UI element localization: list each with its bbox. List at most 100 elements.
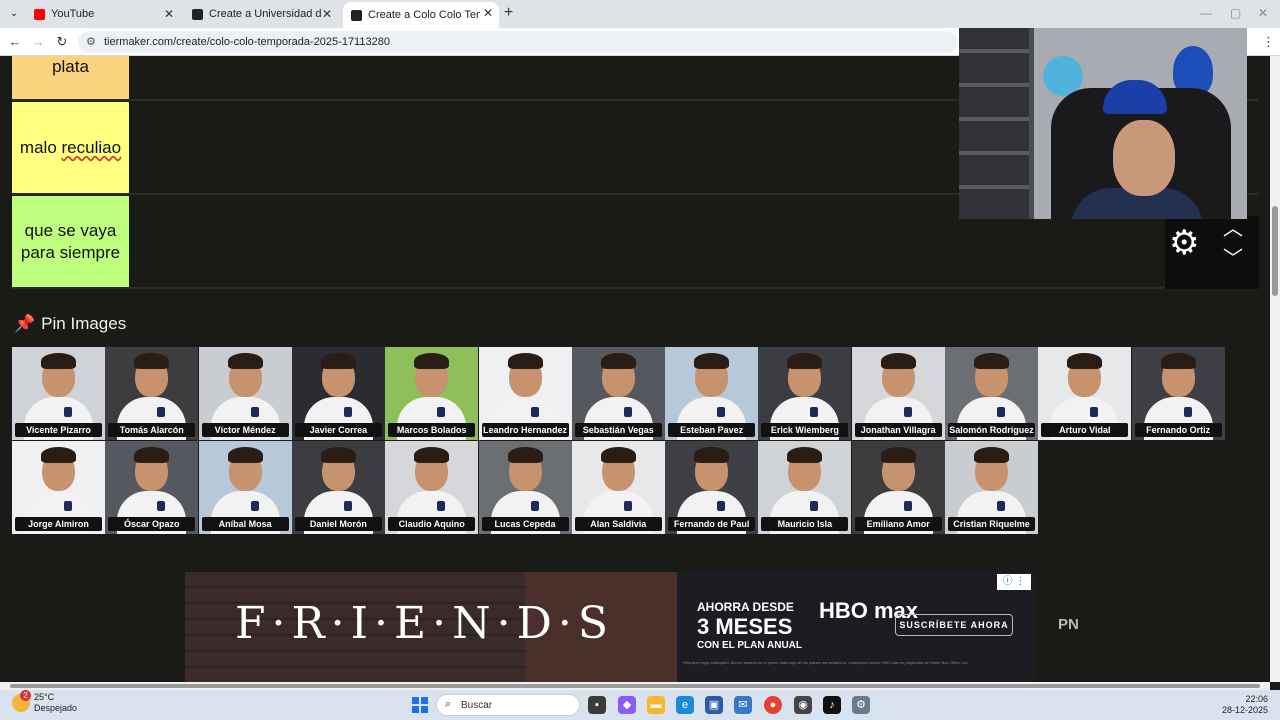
ad-plan: CON EL PLAN ANUAL xyxy=(697,640,802,651)
player-card[interactable]: Erick Wiemberg xyxy=(758,347,852,440)
forward-arrow-icon[interactable]: → xyxy=(30,34,46,49)
player-card[interactable]: Alan Saldivia xyxy=(571,441,665,534)
player-card[interactable]: Claudio Aquino xyxy=(385,441,479,534)
player-badge xyxy=(810,501,819,511)
tab-title: Create a Universidad de Chile Ti xyxy=(209,8,321,20)
player-badge xyxy=(157,407,166,417)
close-tab-icon[interactable]: ✕ xyxy=(322,7,332,21)
player-hair xyxy=(787,353,823,369)
player-card[interactable]: Marcos Bolados xyxy=(385,347,479,440)
file-explorer-icon[interactable]: ▬ xyxy=(647,696,665,714)
subscribe-button[interactable]: SUSCRÍBETE AHORA xyxy=(895,614,1013,636)
copilot-icon[interactable]: ◆ xyxy=(618,696,636,714)
player-card[interactable]: Aníbal Mosa xyxy=(198,441,292,534)
player-name: Lucas Cepeda xyxy=(481,517,569,531)
player-card[interactable]: Tomás Alarcón xyxy=(105,347,199,440)
player-card[interactable]: Sebastián Vegas xyxy=(571,347,665,440)
player-card[interactable]: Lucas Cepeda xyxy=(478,441,572,534)
player-card[interactable]: Daniel Morón xyxy=(291,441,385,534)
back-arrow-icon[interactable]: ← xyxy=(7,34,23,49)
friends-ad-panel: F·R·I·E·N·D·S xyxy=(185,572,677,682)
tiktok-icon[interactable]: ♪ xyxy=(823,696,841,714)
player-badge xyxy=(437,407,446,417)
player-card[interactable]: Jorge Almiron xyxy=(12,441,105,534)
player-card[interactable]: Arturo Vidal xyxy=(1038,347,1132,440)
tab-colo-colo[interactable]: Create a Colo Colo Temporada ✕ xyxy=(343,2,499,28)
reload-icon[interactable]: ↻ xyxy=(54,34,70,50)
horizontal-scroll-thumb[interactable] xyxy=(10,684,1260,688)
player-name: Daniel Morón xyxy=(294,517,382,531)
maximize-icon[interactable]: ▢ xyxy=(1230,6,1241,20)
player-card[interactable]: Vicente Pizarro xyxy=(12,347,105,440)
player-badge xyxy=(810,407,819,417)
chrome-icon[interactable]: ● xyxy=(764,696,782,714)
vertical-scroll-thumb[interactable] xyxy=(1272,206,1278,296)
tier-label-text: plata xyxy=(52,57,89,76)
player-badge xyxy=(997,407,1005,417)
player-badge xyxy=(343,407,352,417)
player-card[interactable]: Esteban Pavez xyxy=(665,347,759,440)
edge-icon[interactable]: e xyxy=(676,696,694,714)
player-hair xyxy=(1067,353,1103,369)
player-name: Leandro Hernandez xyxy=(481,423,569,437)
player-card[interactable]: Salomón Rodríguez xyxy=(945,347,1038,440)
player-card[interactable]: Jonathan Villagra xyxy=(851,347,945,440)
youtube-favicon-icon xyxy=(34,8,45,20)
player-badge xyxy=(343,501,352,511)
close-tab-icon[interactable]: ✕ xyxy=(164,7,174,21)
player-card[interactable]: Leandro Hernandez xyxy=(478,347,572,440)
player-card[interactable]: Víctor Méndez xyxy=(198,347,292,440)
windows-taskbar: 2 25°C Despejado ⌕ Buscar ▪ ◆ ▬ e ▣ ✉ ● … xyxy=(0,690,1280,720)
tab-title: YouTube xyxy=(51,8,95,20)
tier-label-text: malo reculiao xyxy=(19,137,122,157)
tab-search-dropdown[interactable]: ⌄ xyxy=(6,6,22,22)
weather-widget[interactable]: 2 25°C Despejado xyxy=(12,690,77,714)
tier-label[interactable]: malo reculiao xyxy=(12,102,129,193)
gear-icon[interactable]: ⚙ xyxy=(1169,223,1199,263)
player-name: Fernando Ortiz xyxy=(1134,423,1222,437)
close-tab-icon[interactable]: ✕ xyxy=(483,6,493,20)
adchoices-icon[interactable]: ⓘ ⋮ xyxy=(997,574,1031,590)
system-clock[interactable]: 22:06 28-12-2025 xyxy=(1220,694,1268,716)
tier-label[interactable]: plata xyxy=(12,56,129,99)
store-icon[interactable]: ▣ xyxy=(705,696,723,714)
browser-menu-icon[interactable]: ⋮ xyxy=(1262,34,1275,50)
tier-label[interactable]: que se vaya para siempre xyxy=(12,196,129,287)
player-badge xyxy=(717,501,726,511)
minimize-icon[interactable]: — xyxy=(1200,6,1212,20)
taskbar-search[interactable]: ⌕ Buscar xyxy=(436,694,580,716)
player-badge xyxy=(530,407,539,417)
player-card[interactable]: Emiliano Amor xyxy=(851,441,945,534)
player-card[interactable]: Fernando de Paul xyxy=(665,441,759,534)
tab-youtube[interactable]: YouTube ✕ xyxy=(26,3,180,25)
tiermaker-favicon-icon xyxy=(192,8,203,20)
player-name: Fernando de Paul xyxy=(668,517,756,531)
player-name: Cristian Riquelme xyxy=(948,517,1035,531)
task-view-icon[interactable]: ▪ xyxy=(588,696,606,714)
horizontal-scrollbar[interactable] xyxy=(0,682,1270,690)
close-window-icon[interactable]: ✕ xyxy=(1258,6,1268,20)
player-card[interactable]: Javier Correa xyxy=(291,347,385,440)
windows-start-icon[interactable] xyxy=(412,697,428,713)
player-badge xyxy=(717,407,726,417)
player-hair xyxy=(787,447,823,463)
player-card[interactable]: Mauricio Isla xyxy=(758,441,852,534)
player-card[interactable]: Cristian Riquelme xyxy=(945,441,1038,534)
streamer-face xyxy=(1113,120,1175,196)
vertical-scrollbar[interactable] xyxy=(1270,56,1280,682)
tab-universidad-de-chile[interactable]: Create a Universidad de Chile Ti ✕ xyxy=(184,3,338,25)
settings-icon[interactable]: ⚙ xyxy=(852,696,870,714)
player-card[interactable]: Fernando Ortiz xyxy=(1131,347,1225,440)
outlook-icon[interactable]: ✉ xyxy=(734,696,752,714)
site-info-icon[interactable]: ⚙ xyxy=(86,35,96,48)
player-name: Óscar Opazo xyxy=(108,517,196,531)
ad-fineprint: Requiere pago anticipado. Ahorro basado … xyxy=(683,660,969,665)
new-tab-button[interactable]: + xyxy=(504,4,513,22)
player-hair xyxy=(974,353,1009,369)
chevron-down-icon[interactable]: ﹀ xyxy=(1223,242,1243,271)
address-bar[interactable]: ⚙ tiermaker.com/create/colo-colo-tempora… xyxy=(78,31,958,53)
obs-icon[interactable]: ◉ xyxy=(794,696,812,714)
player-card[interactable]: Óscar Opazo xyxy=(105,441,199,534)
url-text[interactable]: tiermaker.com/create/colo-colo-temporada… xyxy=(104,36,390,48)
advertisement-banner[interactable]: F·R·I·E·N·D·S AHORRA DESDE 3 MESES CON E… xyxy=(185,572,1035,682)
